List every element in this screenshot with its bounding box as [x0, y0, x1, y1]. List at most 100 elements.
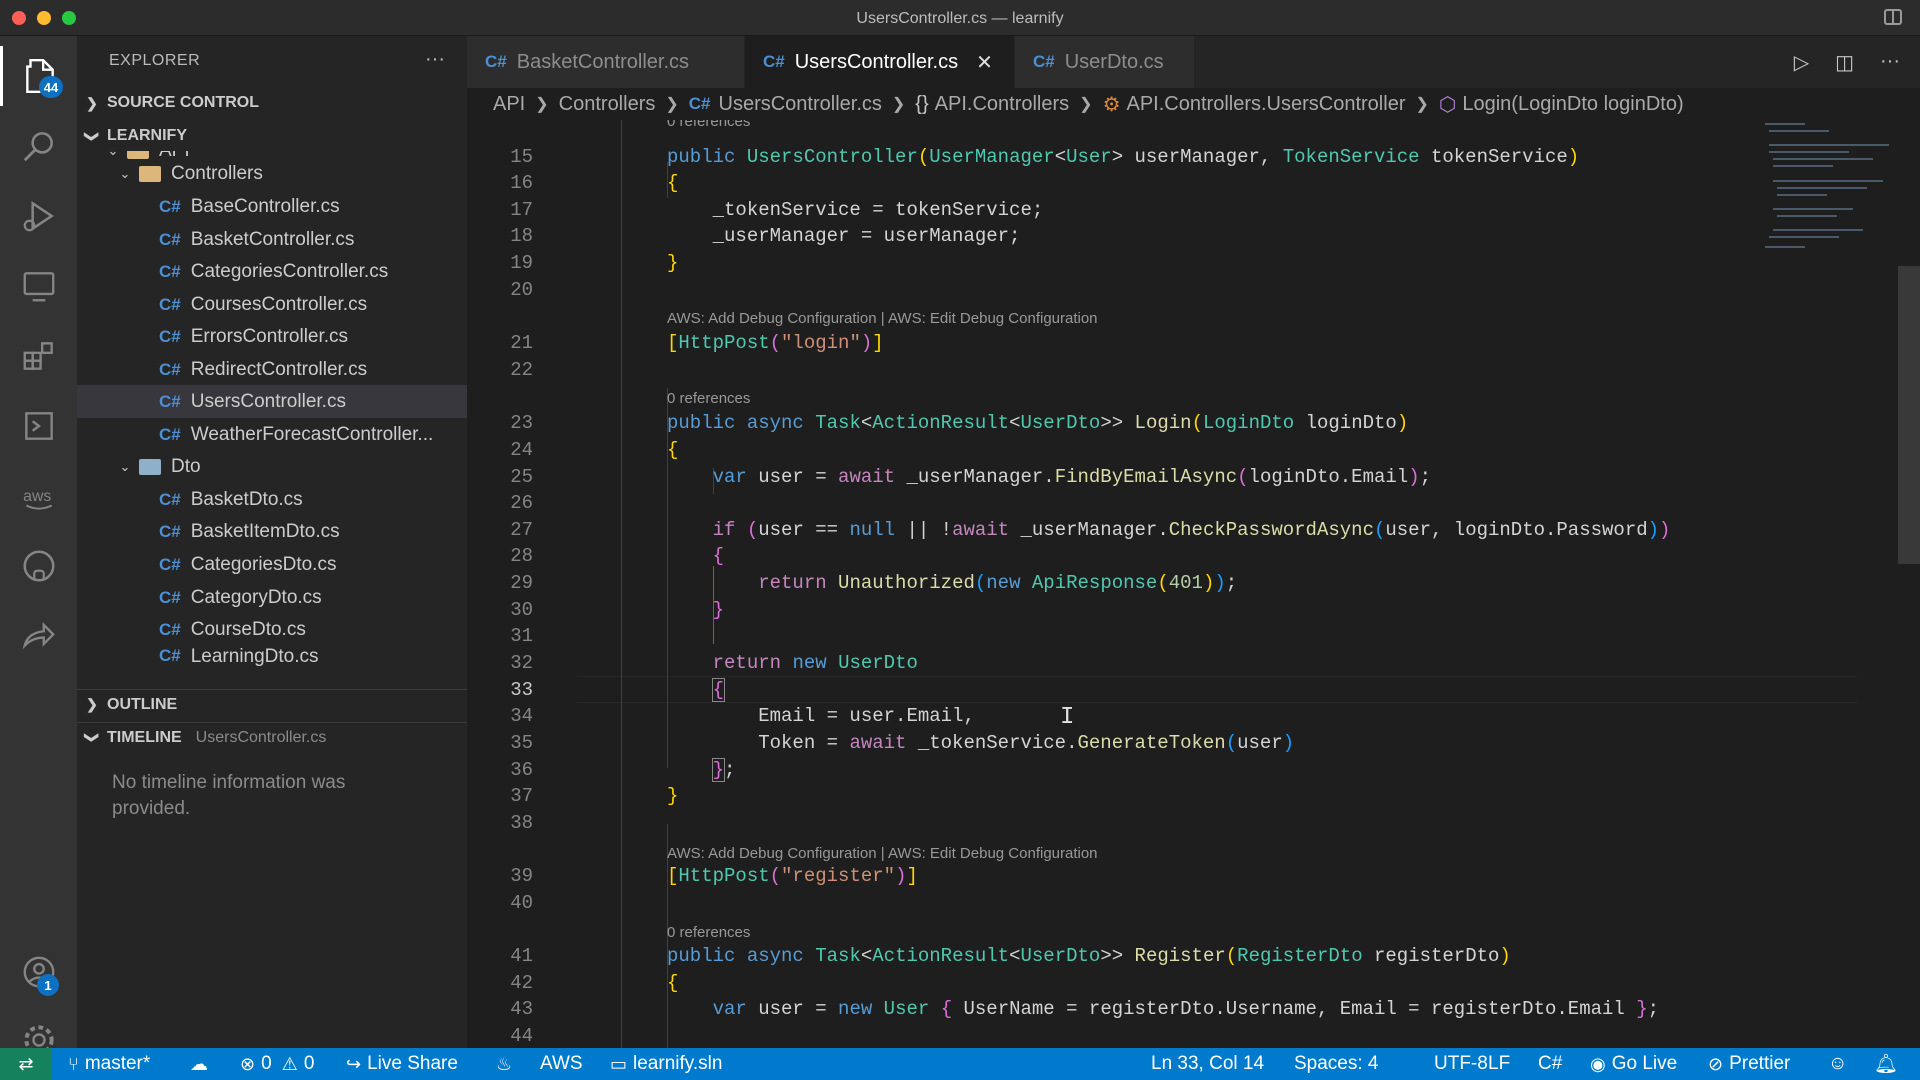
extensions-activity[interactable]	[0, 326, 77, 386]
code-line-21[interactable]: [HttpPost("login")]	[667, 330, 884, 356]
aws-activity[interactable]: aws	[0, 466, 77, 526]
tree-file[interactable]: C# RedirectController.cs	[77, 353, 467, 386]
tree-file[interactable]: C# CategoriesController.cs	[77, 255, 467, 288]
more-actions-icon[interactable]: ···	[1880, 50, 1900, 75]
code-line-35[interactable]: Token = await _tokenService.GenerateToke…	[667, 730, 1294, 756]
code-line-19[interactable]: }	[667, 250, 678, 276]
solution-status[interactable]: ▭ learnify.sln	[610, 1048, 722, 1080]
line-number: 25	[510, 466, 533, 488]
eol-status[interactable]: LF	[1488, 1048, 1510, 1080]
breadcrumb-method[interactable]: Login(LoginDto loginDto)	[1462, 93, 1683, 116]
tree-file-selected[interactable]: C# UsersController.cs	[77, 385, 467, 418]
minimap[interactable]	[1753, 120, 1893, 266]
tree-folder-dto[interactable]: ⌄ Dto	[77, 450, 467, 483]
references-codelens[interactable]: 0 references	[667, 923, 750, 943]
remote-indicator-icon[interactable]: ⇄	[0, 1048, 52, 1080]
live-share-icon: ↪	[346, 1053, 362, 1074]
split-editor-icon[interactable]: ◫	[1835, 50, 1854, 75]
prettier-status[interactable]: ⊘ Prettier	[1708, 1048, 1790, 1080]
live-share-status[interactable]: ↪ Live Share	[346, 1048, 458, 1080]
more-actions-icon[interactable]: ···	[425, 48, 445, 71]
tree-file[interactable]: C# BaseController.cs	[77, 190, 467, 223]
tree-folder-controllers[interactable]: ⌄ Controllers	[77, 157, 467, 190]
tab-userdto[interactable]: C# UserDto.cs	[1015, 36, 1195, 88]
sync-status[interactable]: ☁	[190, 1048, 214, 1080]
tree-file[interactable]: C# BasketController.cs	[77, 223, 467, 256]
tree-file[interactable]: C# CategoryDto.cs	[77, 581, 467, 614]
tree-file[interactable]: C# BasketItemDto.cs	[77, 515, 467, 548]
source-control-section[interactable]: ❯ SOURCE CONTROL	[77, 88, 467, 118]
code-line-43[interactable]: var user = new User { UserName = registe…	[667, 996, 1659, 1022]
git-branch-status[interactable]: ⑂ master*	[68, 1048, 150, 1080]
breadcrumb-namespace[interactable]: API.Controllers	[935, 93, 1070, 116]
code-line-28[interactable]: {	[667, 543, 724, 569]
go-live-status[interactable]: ◉ Go Live	[1590, 1048, 1677, 1080]
aws-debug-codelens[interactable]: AWS: Add Debug Configuration | AWS: Edit…	[667, 309, 1098, 329]
cursor-position-status[interactable]: Ln 33, Col 14	[1151, 1048, 1264, 1080]
breadcrumb-file[interactable]: UsersController.cs	[719, 93, 882, 116]
notifications-bell-icon[interactable]: 🔔︎	[1874, 1048, 1898, 1080]
breadcrumb-api[interactable]: API	[493, 93, 525, 116]
code-line-24[interactable]: {	[667, 437, 678, 463]
csharp-file-icon: C#	[159, 294, 181, 314]
tree-file[interactable]: C# BasketDto.cs	[77, 483, 467, 516]
code-line-18[interactable]: _userManager = userManager;	[667, 223, 1021, 249]
run-debug-activity[interactable]	[0, 186, 77, 246]
tab-basketcontroller[interactable]: C# BasketController.cs	[467, 36, 745, 88]
aws-status[interactable]: AWS	[540, 1048, 583, 1080]
code-line-15[interactable]: public UsersController(UserManager<User>…	[667, 144, 1579, 170]
feedback-icon[interactable]: ☺	[1828, 1048, 1847, 1080]
vertical-scrollbar[interactable]	[1898, 120, 1920, 1048]
code-line-42[interactable]: {	[667, 970, 678, 996]
live-share-activity[interactable]	[0, 606, 77, 666]
scrollbar-thumb[interactable]	[1898, 266, 1920, 564]
breadcrumb-controllers[interactable]: Controllers	[559, 93, 656, 116]
code-line-30[interactable]: }	[667, 597, 724, 623]
aws-debug-codelens[interactable]: AWS: Add Debug Configuration | AWS: Edit…	[667, 844, 1098, 864]
code-line-17[interactable]: _tokenService = tokenService;	[667, 197, 1044, 223]
code-line-34[interactable]: Email = user.Email,	[667, 703, 975, 729]
search-activity[interactable]	[0, 116, 77, 176]
outline-section[interactable]: ❯ OUTLINE	[77, 689, 467, 719]
close-icon[interactable]: ✕	[976, 50, 993, 75]
aws-toolkit-activity[interactable]	[0, 396, 77, 456]
tab-userscontroller[interactable]: C# UsersController.cs ✕	[745, 36, 1015, 88]
customize-layout-icon[interactable]	[1884, 9, 1902, 25]
code-line-32[interactable]: return new UserDto	[667, 650, 918, 676]
source-control-label: SOURCE CONTROL	[107, 94, 259, 111]
remote-explorer-activity[interactable]	[0, 256, 77, 316]
tree-file[interactable]: C# CoursesController.cs	[77, 288, 467, 321]
project-section[interactable]: ❯ LEARNIFY	[77, 121, 467, 151]
code-line-39[interactable]: [HttpPost("register")]	[667, 863, 918, 889]
encoding-status[interactable]: UTF-8	[1434, 1048, 1488, 1080]
github-icon	[22, 550, 55, 582]
code-line-27[interactable]: if (user == null || !await _userManager.…	[667, 517, 1671, 543]
tree-file[interactable]: C# LearningDto.cs	[77, 646, 467, 666]
explorer-activity[interactable]: 44	[0, 46, 77, 106]
accounts-activity[interactable]: 1	[0, 942, 77, 1002]
code-line-36[interactable]: };	[667, 757, 735, 783]
github-activity[interactable]	[0, 536, 77, 596]
problems-status[interactable]: ⊗ 0 ⚠ 0	[240, 1048, 314, 1080]
indentation-status[interactable]: Spaces: 4	[1294, 1048, 1379, 1080]
code-line-41[interactable]: public async Task<ActionResult<UserDto>>…	[667, 943, 1511, 969]
run-icon[interactable]: ▷	[1794, 50, 1809, 75]
code-line-29[interactable]: return Unauthorized(new ApiResponse(401)…	[667, 570, 1237, 596]
tree-file[interactable]: C# ErrorsController.cs	[77, 320, 467, 353]
code-editor[interactable]: 0 references AWS: Add Debug Configuratio…	[467, 120, 1920, 1048]
tree-file[interactable]: C# CategoriesDto.cs	[77, 548, 467, 581]
timeline-section[interactable]: ❯ TIMELINE UsersController.cs	[77, 722, 467, 752]
references-codelens[interactable]: 0 references	[667, 120, 750, 132]
tree-file[interactable]: C# WeatherForecastController...	[77, 418, 467, 451]
flame-status[interactable]: ♨	[496, 1048, 518, 1080]
code-line-16[interactable]: {	[667, 170, 678, 196]
csharp-file-icon: C#	[159, 554, 181, 574]
references-codelens[interactable]: 0 references	[667, 389, 750, 409]
breadcrumb-class[interactable]: API.Controllers.UsersController	[1127, 93, 1406, 116]
code-line-23[interactable]: public async Task<ActionResult<UserDto>>…	[667, 410, 1408, 436]
code-line-25[interactable]: var user = await _userManager.FindByEmai…	[667, 464, 1431, 490]
code-line-33[interactable]: {	[667, 677, 726, 703]
code-line-37[interactable]: }	[667, 783, 678, 809]
tree-file[interactable]: C# CourseDto.cs	[77, 613, 467, 646]
language-status[interactable]: C#	[1538, 1048, 1562, 1080]
